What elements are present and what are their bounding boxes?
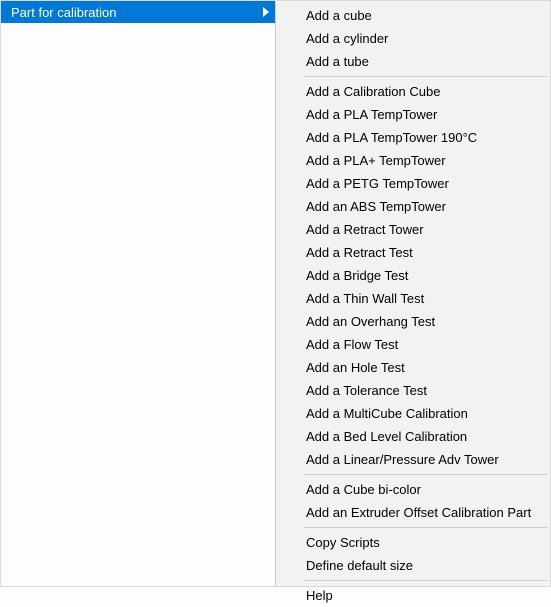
menu-item-label: Add a Tolerance Test (306, 383, 427, 398)
menu-item-add-a-bridge-test[interactable]: Add a Bridge Test (276, 264, 550, 287)
menu-item-add-a-bed-level-calibration[interactable]: Add a Bed Level Calibration (276, 425, 550, 448)
menu-item-label: Add a Flow Test (306, 337, 398, 352)
parent-menu-column: Part for calibration (1, 1, 275, 586)
menu-item-add-an-overhang-test[interactable]: Add an Overhang Test (276, 310, 550, 333)
menu-item-label: Copy Scripts (306, 535, 380, 550)
menu-item-label: Define default size (306, 558, 413, 573)
menu-item-label: Add a MultiCube Calibration (306, 406, 468, 421)
menu-item-add-a-cylinder[interactable]: Add a cylinder (276, 27, 550, 50)
menu-item-add-an-extruder-offset-calibration-part[interactable]: Add an Extruder Offset Calibration Part (276, 501, 550, 524)
menu-item-label: Add a Bridge Test (306, 268, 408, 283)
submenu-arrow-icon (263, 7, 269, 17)
menu-item-add-a-pla-temptower[interactable]: Add a PLA+ TempTower (276, 149, 550, 172)
menu-separator (304, 76, 548, 77)
menu-item-help[interactable]: Help (276, 584, 550, 607)
menu-separator (304, 580, 548, 581)
menu-item-label: Add a Retract Test (306, 245, 413, 260)
menu-item-add-a-petg-temptower[interactable]: Add a PETG TempTower (276, 172, 550, 195)
menu-item-add-a-cube-bi-color[interactable]: Add a Cube bi-color (276, 478, 550, 501)
menu-item-add-a-calibration-cube[interactable]: Add a Calibration Cube (276, 80, 550, 103)
menu-item-part-for-calibration[interactable]: Part for calibration (1, 1, 275, 23)
menu-item-label: Add a PETG TempTower (306, 176, 449, 191)
menu-item-copy-scripts[interactable]: Copy Scripts (276, 531, 550, 554)
menu-item-label: Add a Thin Wall Test (306, 291, 424, 306)
menu-item-label: Add a PLA TempTower 190°C (306, 130, 477, 145)
menu-item-label: Add a Calibration Cube (306, 84, 440, 99)
menu-item-label: Add a tube (306, 54, 369, 69)
menu-item-label: Add an Extruder Offset Calibration Part (306, 505, 531, 520)
menu-item-add-a-tolerance-test[interactable]: Add a Tolerance Test (276, 379, 550, 402)
menu-item-add-a-linear-pressure-adv-tower[interactable]: Add a Linear/Pressure Adv Tower (276, 448, 550, 471)
menu-item-add-a-multicube-calibration[interactable]: Add a MultiCube Calibration (276, 402, 550, 425)
menu-item-add-an-abs-temptower[interactable]: Add an ABS TempTower (276, 195, 550, 218)
menu-separator (304, 474, 548, 475)
menu-item-label: Add a Retract Tower (306, 222, 424, 237)
menu-item-label: Add a cylinder (306, 31, 388, 46)
menu-item-add-a-thin-wall-test[interactable]: Add a Thin Wall Test (276, 287, 550, 310)
menu-item-label: Add an ABS TempTower (306, 199, 446, 214)
menu-item-label: Add a PLA+ TempTower (306, 153, 446, 168)
menu-item-label: Add an Hole Test (306, 360, 405, 375)
menu-item-add-a-pla-temptower-190-c[interactable]: Add a PLA TempTower 190°C (276, 126, 550, 149)
menu-item-label: Add a cube (306, 8, 372, 23)
menu-item-add-a-cube[interactable]: Add a cube (276, 4, 550, 27)
menu-item-label: Add a Cube bi-color (306, 482, 421, 497)
menu-item-add-a-pla-temptower[interactable]: Add a PLA TempTower (276, 103, 550, 126)
menu-item-label: Add a Bed Level Calibration (306, 429, 467, 444)
menu-item-label: Help (306, 588, 333, 603)
menu-item-label: Add an Overhang Test (306, 314, 435, 329)
menu-item-add-a-flow-test[interactable]: Add a Flow Test (276, 333, 550, 356)
menu-item-define-default-size[interactable]: Define default size (276, 554, 550, 577)
menu-item-add-a-retract-test[interactable]: Add a Retract Test (276, 241, 550, 264)
menu-item-add-a-retract-tower[interactable]: Add a Retract Tower (276, 218, 550, 241)
menu-item-add-a-tube[interactable]: Add a tube (276, 50, 550, 73)
menu-item-add-an-hole-test[interactable]: Add an Hole Test (276, 356, 550, 379)
context-menu-container: Part for calibration Add a cube Add a cyl… (1, 1, 550, 586)
menu-item-label: Part for calibration (11, 5, 117, 20)
menu-item-label: Add a PLA TempTower (306, 107, 437, 122)
menu-item-label: Add a Linear/Pressure Adv Tower (306, 452, 499, 467)
menu-separator (304, 527, 548, 528)
submenu-panel: Add a cube Add a cylinder Add a tube Add a … (275, 1, 550, 586)
